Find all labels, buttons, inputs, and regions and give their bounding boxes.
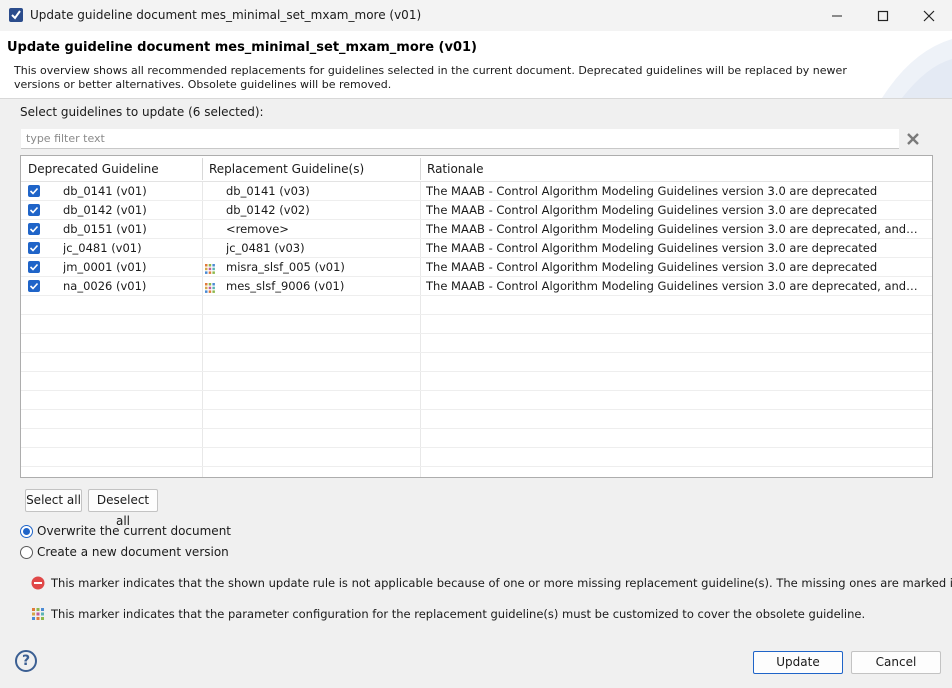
- table-row[interactable]: db_0151 (v01) <remove> The MAAB - Control …: [21, 220, 932, 239]
- error-icon: [31, 576, 45, 590]
- legend-param: This marker indicates that the parameter…: [31, 606, 865, 622]
- column-header-deprecated[interactable]: Deprecated Guideline: [21, 156, 159, 182]
- rationale-cell: The MAAB - Control Algorithm Modeling Gu…: [426, 203, 878, 217]
- row-checkbox[interactable]: [28, 185, 40, 197]
- param-grid-icon: [205, 282, 215, 293]
- table-row[interactable]: db_0141 (v01) db_0141 (v03) The MAAB - Con…: [21, 182, 932, 201]
- dialog-title: Update guideline document mes_minimal_se…: [7, 40, 477, 55]
- guidelines-table: Deprecated Guideline Replacement Guideli…: [20, 155, 933, 478]
- deprecated-guideline-cell: jc_0481 (v01): [63, 241, 142, 255]
- replacement-guideline-cell: <remove>: [226, 222, 289, 236]
- app-check-icon: [9, 8, 23, 22]
- empty-row: [21, 429, 932, 448]
- new-version-radio[interactable]: [20, 545, 33, 559]
- empty-row: [21, 448, 932, 467]
- empty-row: [21, 391, 932, 410]
- column-header-replacement[interactable]: Replacement Guideline(s): [202, 156, 364, 182]
- rationale-cell: The MAAB - Control Algorithm Modeling Gu…: [426, 279, 919, 293]
- overwrite-option[interactable]: Overwrite the current document: [20, 523, 231, 539]
- help-icon[interactable]: ?: [15, 650, 37, 672]
- dialog-description: This overview shows all recommended repl…: [14, 64, 847, 91]
- replacement-guideline-cell: jc_0481 (v03): [226, 241, 305, 255]
- select-all-button[interactable]: Select all: [25, 489, 82, 512]
- deprecated-guideline-cell: db_0141 (v01): [63, 184, 147, 198]
- row-checkbox[interactable]: [28, 242, 40, 254]
- replacement-guideline-cell: misra_slsf_005 (v01): [226, 260, 345, 274]
- new-version-label: Create a new document version: [37, 545, 229, 559]
- dialog-header: Update guideline document mes_minimal_se…: [0, 31, 952, 98]
- empty-row: [21, 296, 932, 315]
- maximize-button[interactable]: [860, 0, 906, 31]
- row-checkbox[interactable]: [28, 261, 40, 273]
- filter-input[interactable]: [21, 129, 899, 149]
- close-button[interactable]: [906, 0, 952, 31]
- legend-missing-text: This marker indicates that the shown upd…: [51, 576, 952, 590]
- selection-label: Select guidelines to update (6 selected)…: [20, 105, 264, 119]
- row-checkbox[interactable]: [28, 223, 40, 235]
- update-button[interactable]: Update: [753, 651, 843, 674]
- row-checkbox[interactable]: [28, 204, 40, 216]
- table-row[interactable]: jc_0481 (v01) jc_0481 (v03) The MAAB - Con…: [21, 239, 932, 258]
- replacement-guideline-cell: db_0142 (v02): [226, 203, 310, 217]
- deprecated-guideline-cell: db_0142 (v01): [63, 203, 147, 217]
- deprecated-guideline-cell: na_0026 (v01): [63, 279, 147, 293]
- replacement-guideline-cell: mes_slsf_9006 (v01): [226, 279, 345, 293]
- overwrite-label: Overwrite the current document: [37, 524, 232, 538]
- deselect-all-button[interactable]: Deselect all: [88, 489, 158, 528]
- rationale-cell: The MAAB - Control Algorithm Modeling Gu…: [426, 222, 919, 236]
- param-grid-icon: [31, 607, 45, 621]
- title-bar: Update guideline document mes_minimal_se…: [0, 0, 952, 31]
- minimize-button[interactable]: [814, 0, 860, 31]
- overwrite-radio[interactable]: [20, 524, 33, 538]
- empty-row: [21, 353, 932, 372]
- new-version-option[interactable]: Create a new document version: [20, 544, 229, 560]
- clear-icon[interactable]: [905, 131, 921, 147]
- legend-missing: This marker indicates that the shown upd…: [31, 575, 952, 591]
- rationale-cell: The MAAB - Control Algorithm Modeling Gu…: [426, 241, 878, 255]
- window-title: Update guideline document mes_minimal_se…: [30, 8, 422, 22]
- deprecated-guideline-cell: jm_0001 (v01): [63, 260, 147, 274]
- table-row[interactable]: na_0026 (v01) mes_slsf_9006 (v01) The MAAB…: [21, 277, 932, 296]
- empty-row: [21, 410, 932, 429]
- table-header: Deprecated Guideline Replacement Guideli…: [21, 156, 932, 182]
- column-header-rationale[interactable]: Rationale: [420, 156, 483, 182]
- replacement-guideline-cell: db_0141 (v03): [226, 184, 310, 198]
- empty-row: [21, 334, 932, 353]
- cancel-button[interactable]: Cancel: [851, 651, 941, 674]
- header-decoration-icon: [882, 39, 952, 98]
- empty-row: [21, 315, 932, 334]
- rationale-cell: The MAAB - Control Algorithm Modeling Gu…: [426, 260, 878, 274]
- table-row[interactable]: jm_0001 (v01) misra_slsf_005 (v01) The MAA…: [21, 258, 932, 277]
- empty-row: [21, 372, 932, 391]
- deprecated-guideline-cell: db_0151 (v01): [63, 222, 147, 236]
- param-grid-icon: [205, 263, 215, 274]
- rationale-cell: The MAAB - Control Algorithm Modeling Gu…: [426, 184, 878, 198]
- row-checkbox[interactable]: [28, 280, 40, 292]
- legend-param-text: This marker indicates that the parameter…: [51, 607, 866, 621]
- table-row[interactable]: db_0142 (v01) db_0142 (v02) The MAAB - Con…: [21, 201, 932, 220]
